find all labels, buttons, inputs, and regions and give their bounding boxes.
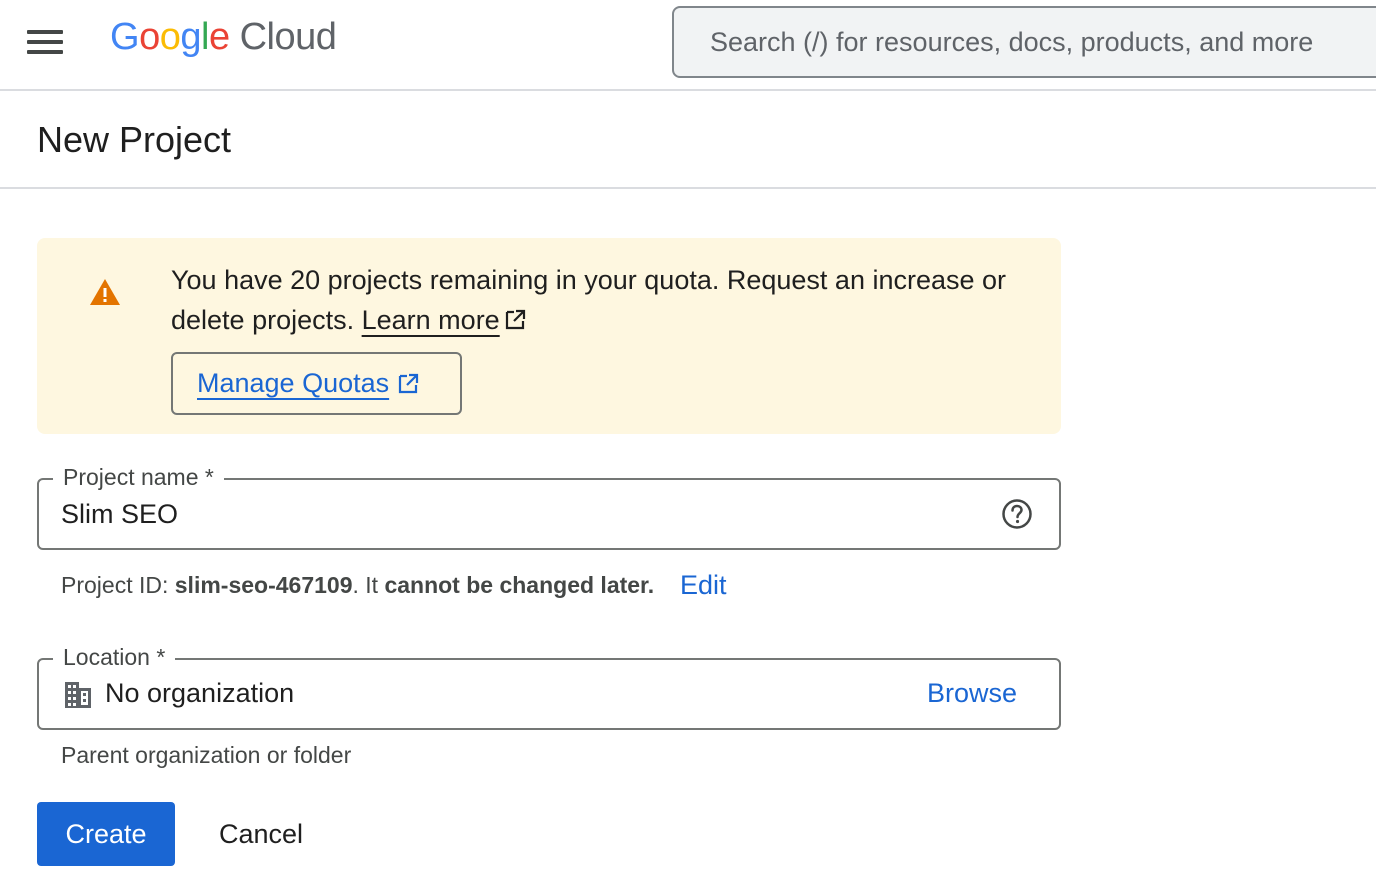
- location-label: Location *: [53, 642, 176, 672]
- top-bar: Google Cloud: [0, 0, 1376, 91]
- location-field[interactable]: Location * No organization Browse: [37, 642, 1061, 730]
- warning-icon: [90, 279, 120, 305]
- search-bar[interactable]: [672, 6, 1376, 78]
- search-input[interactable]: [674, 8, 1376, 76]
- building-icon: [65, 682, 91, 708]
- cancel-button[interactable]: Cancel: [196, 802, 326, 866]
- create-button[interactable]: Create: [37, 802, 175, 866]
- location-helper-text: Parent organization or folder: [61, 742, 352, 768]
- external-link-icon: [399, 373, 419, 393]
- external-link-icon: [505, 309, 525, 330]
- help-icon[interactable]: [1001, 498, 1033, 530]
- project-name-field[interactable]: Project name *: [37, 462, 1061, 550]
- main-menu-icon[interactable]: [20, 26, 68, 58]
- banner-message: You have 20 projects remaining in your q…: [171, 265, 1007, 335]
- page-header: New Project: [0, 93, 1376, 189]
- location-value: No organization: [105, 678, 295, 708]
- project-id-text: Project ID: slim-seo-467109. It cannot b…: [61, 572, 655, 598]
- browse-button[interactable]: Browse: [927, 678, 1017, 709]
- project-name-input[interactable]: [61, 480, 961, 548]
- learn-more-link[interactable]: Learn more: [362, 305, 500, 335]
- google-cloud-logo[interactable]: Google Cloud: [110, 16, 337, 66]
- page-title: New Project: [37, 119, 232, 160]
- project-id-value: slim-seo-467109: [174, 572, 353, 598]
- manage-quotas-button[interactable]: Manage Quotas: [171, 352, 462, 415]
- quota-warning-banner: You have 20 projects remaining in your q…: [37, 238, 1061, 434]
- edit-project-id-link[interactable]: Edit: [680, 570, 727, 601]
